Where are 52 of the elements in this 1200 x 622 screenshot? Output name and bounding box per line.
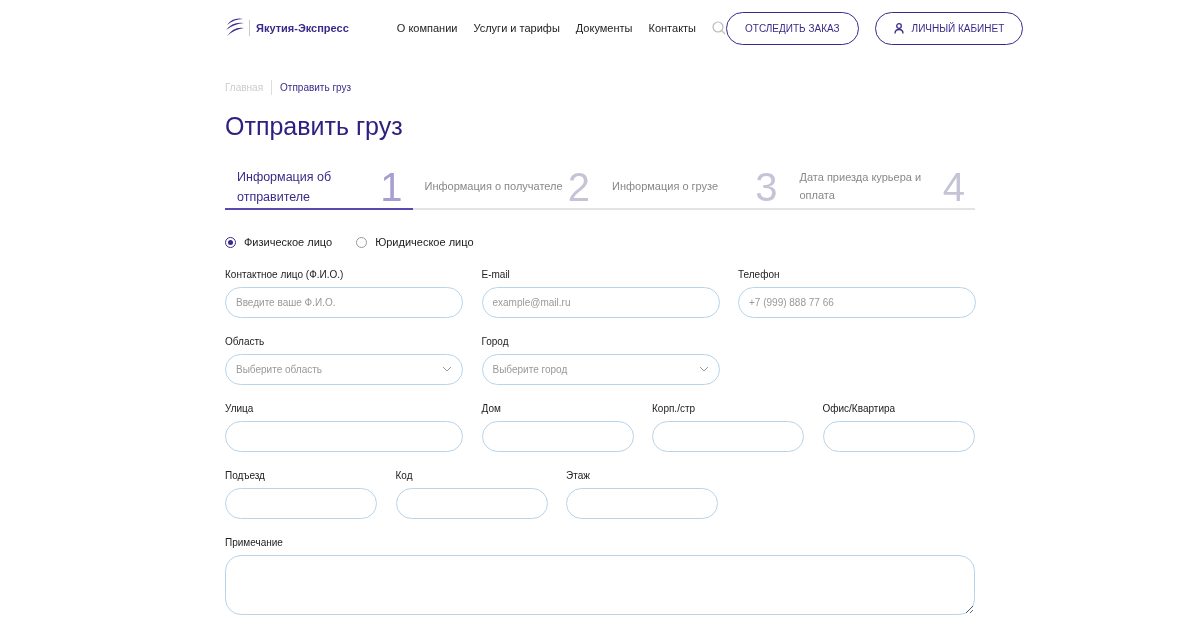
chevron-down-icon: [442, 366, 452, 372]
step-number: 1: [380, 166, 403, 207]
step-number: 3: [755, 166, 778, 207]
page-title: Отправить груз: [225, 111, 404, 141]
field-label: Корп./стр: [652, 401, 697, 416]
dropdown-placeholder: Выберите город: [492, 362, 568, 377]
dropdown-placeholder: Выберите область: [236, 362, 322, 377]
field-label: Код: [395, 468, 414, 483]
step-tab[interactable]: Информация о грузе 3: [600, 165, 788, 210]
logo-text[interactable]: Якутия-Экспресс: [249, 19, 349, 37]
radio-label: Физическое лицо: [244, 235, 333, 250]
input-field[interactable]: [652, 420, 804, 452]
step-tab[interactable]: Информация об отправителе 1: [225, 165, 413, 210]
nav-link[interactable]: О компании: [396, 19, 458, 37]
step-number: 4: [942, 166, 965, 207]
step-label: Информация о получателе: [424, 178, 563, 194]
step-label: Дата приезда курьера и оплата: [799, 169, 923, 203]
input-field[interactable]: [822, 420, 975, 452]
step-tab[interactable]: Дата приезда курьера и оплата 4: [787, 165, 975, 210]
field-label: Телефон: [738, 267, 781, 282]
input-field[interactable]: [225, 487, 377, 519]
field-label: Дом: [481, 401, 502, 416]
input-field[interactable]: [395, 487, 548, 519]
input-field[interactable]: [566, 487, 718, 519]
field-label: Контактное лицо (Ф.И.О.): [225, 267, 345, 282]
chevron-down-icon: [698, 366, 709, 372]
search-icon[interactable]: [712, 21, 726, 35]
field-label: Примечание: [225, 535, 284, 550]
field-label: Улица: [225, 401, 255, 416]
breadcrumb-link[interactable]: Отправить груз: [271, 80, 352, 95]
nav-link[interactable]: Услуги и тарифы: [473, 19, 560, 37]
input-field[interactable]: [225, 420, 463, 452]
field-label: Город: [481, 334, 510, 349]
input-field[interactable]: +7 (999) 888 77 66: [738, 286, 976, 318]
step-label: Информация о грузе: [612, 178, 719, 194]
step-number: 2: [567, 166, 590, 207]
step-label: Информация об отправителе: [237, 168, 333, 206]
nav-link[interactable]: Контакты: [648, 19, 696, 37]
input-field[interactable]: [481, 420, 634, 452]
track-order-button[interactable]: ОТСЛЕДИТЬ ЗАКАЗ: [726, 11, 859, 45]
field-label: Офис/Квартира: [822, 401, 897, 416]
field-label: Область: [225, 334, 266, 349]
nav-link[interactable]: Документы: [575, 19, 633, 37]
field-label: E-mail: [481, 267, 511, 282]
textarea-field[interactable]: [225, 554, 975, 615]
user-icon: [893, 22, 904, 34]
input-field[interactable]: Введите ваше Ф.И.О.: [225, 286, 463, 318]
input-field[interactable]: example@mail.ru: [481, 286, 720, 318]
radio-label: Юридическое лицо: [375, 235, 474, 250]
field-label: Подъезд: [225, 468, 266, 483]
account-button[interactable]: ЛИЧНЫЙ КАБИНЕТ: [874, 11, 1024, 45]
field-label: Этаж: [566, 468, 591, 483]
